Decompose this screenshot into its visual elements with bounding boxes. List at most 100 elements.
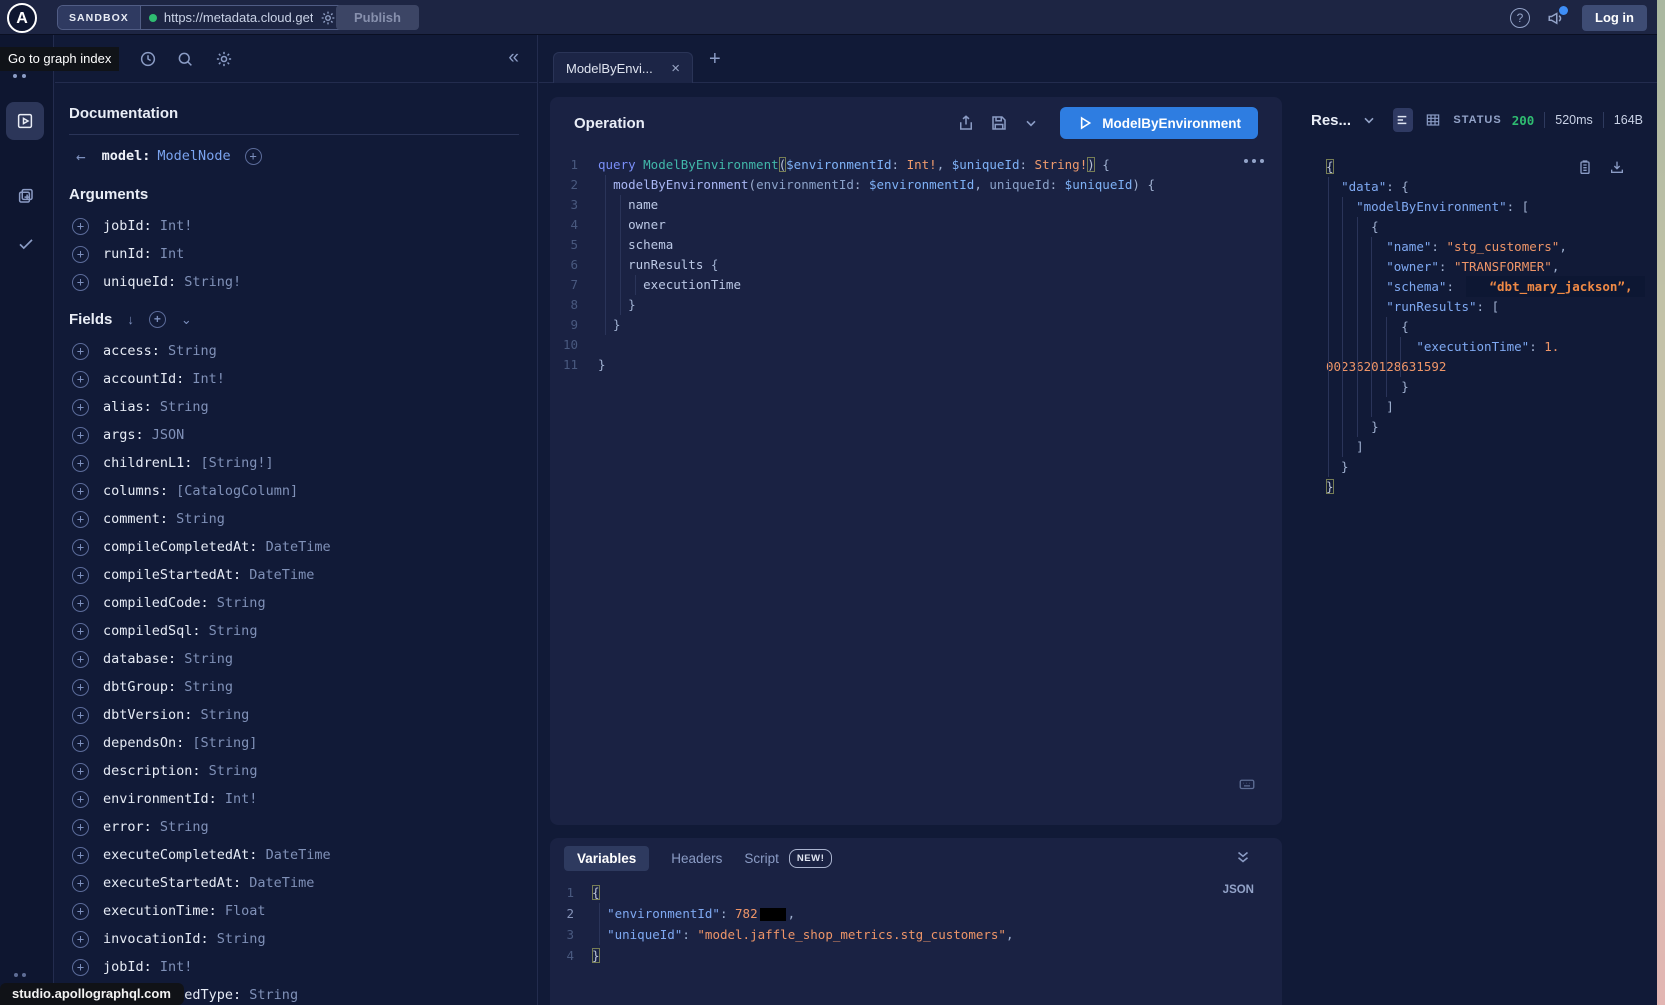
endpoint-settings-gear-icon[interactable] [320, 10, 336, 26]
rail-overflow-icon[interactable] [14, 973, 26, 977]
field-type[interactable]: String [152, 399, 209, 415]
history-icon[interactable] [139, 50, 157, 68]
graphql-editor[interactable]: 1query ModelByEnvironment($environmentId… [550, 149, 1282, 825]
add-field-icon[interactable]: + [72, 343, 89, 360]
endpoint-url-field[interactable]: https://metadata.cloud.get [141, 6, 353, 29]
code-line[interactable]: 3 name [550, 195, 1282, 215]
field-type[interactable]: [CatalogColumn] [168, 483, 298, 499]
add-all-fields-icon[interactable]: + [149, 311, 166, 328]
field-type[interactable]: String [176, 651, 233, 667]
field-type[interactable]: Int! [184, 371, 225, 387]
tree-view-toggle[interactable] [1393, 108, 1413, 132]
field-type[interactable]: DateTime [257, 539, 330, 555]
add-field-icon[interactable]: + [72, 735, 89, 752]
field-type[interactable]: String [160, 343, 217, 359]
add-field-icon[interactable]: + [72, 903, 89, 920]
publish-button[interactable]: Publish [336, 5, 419, 30]
code-line[interactable]: } [1326, 377, 1647, 397]
code-line[interactable]: 8 } [550, 295, 1282, 315]
code-line[interactable]: 2 modelByEnvironment(environmentId: $env… [550, 175, 1282, 195]
keyboard-shortcuts-icon[interactable] [1238, 775, 1256, 793]
code-line[interactable]: 3 "uniqueId": "model.jaffle_shop_metrics… [550, 924, 1282, 945]
add-field-icon[interactable]: + [72, 218, 89, 235]
field-type[interactable]: String [201, 623, 258, 639]
field-type[interactable]: DateTime [241, 875, 314, 891]
code-line[interactable]: 4 owner [550, 215, 1282, 235]
code-line[interactable]: { [1326, 217, 1647, 237]
add-field-icon[interactable]: + [72, 274, 89, 291]
add-field-icon[interactable]: + [72, 539, 89, 556]
field-type[interactable]: Int [152, 246, 185, 262]
response-json[interactable]: { "data": { "modelByEnvironment": [ { "n… [1326, 157, 1647, 1005]
field-type[interactable]: Int! [217, 791, 258, 807]
field-type[interactable]: [String!] [192, 455, 273, 471]
code-line[interactable]: } [1326, 477, 1647, 497]
code-line[interactable]: 7 executionTime [550, 275, 1282, 295]
code-line[interactable]: 0023620128631592 [1326, 357, 1647, 377]
add-field-icon[interactable]: + [72, 931, 89, 948]
code-line[interactable]: 6 runResults { [550, 255, 1282, 275]
field-type[interactable]: String [168, 511, 225, 527]
tab-script[interactable]: Script [744, 851, 779, 866]
add-field-icon[interactable]: + [72, 511, 89, 528]
code-line[interactable]: 2 "environmentId": 782, [550, 903, 1282, 924]
add-field-icon[interactable]: + [72, 483, 89, 500]
close-tab-icon[interactable]: × [671, 60, 680, 77]
code-line[interactable]: 4} [550, 945, 1282, 966]
field-type[interactable]: String [209, 595, 266, 611]
add-field-icon[interactable]: + [72, 651, 89, 668]
save-dropdown-chevron-icon[interactable] [1023, 115, 1039, 131]
endpoint-url[interactable]: https://metadata.cloud.get [164, 10, 314, 25]
code-line[interactable]: "data": { [1326, 177, 1647, 197]
field-type[interactable]: Int! [152, 959, 193, 975]
share-operation-icon[interactable] [957, 114, 975, 132]
collapse-panel-icon[interactable]: « [508, 47, 519, 69]
code-line[interactable]: 5 schema [550, 235, 1282, 255]
code-line[interactable]: { [1326, 157, 1647, 177]
table-view-toggle[interactable] [1423, 108, 1443, 132]
field-type[interactable]: String [176, 679, 233, 695]
code-line[interactable]: "name": "stg_customers", [1326, 237, 1647, 257]
add-field-icon[interactable]: + [72, 595, 89, 612]
explorer-nav-item[interactable] [6, 102, 44, 140]
field-type[interactable]: Int! [152, 218, 193, 234]
announcements-icon[interactable] [1547, 9, 1565, 27]
add-field-icon[interactable]: + [72, 371, 89, 388]
field-type[interactable]: String [209, 931, 266, 947]
add-field-icon[interactable]: + [72, 679, 89, 696]
field-type[interactable]: [String] [184, 735, 257, 751]
code-line[interactable]: { [1326, 317, 1647, 337]
back-arrow-icon[interactable]: ← [76, 147, 86, 166]
code-line[interactable]: "modelByEnvironment": [ [1326, 197, 1647, 217]
add-field-icon[interactable]: + [72, 707, 89, 724]
checklist-nav-item[interactable] [17, 235, 35, 253]
add-field-icon[interactable]: + [72, 763, 89, 780]
add-field-icon[interactable]: + [72, 959, 89, 976]
code-line[interactable]: "owner": "TRANSFORMER", [1326, 257, 1647, 277]
save-operation-icon[interactable] [990, 114, 1008, 132]
add-field-icon[interactable]: + [72, 623, 89, 640]
add-field-icon[interactable]: + [72, 246, 89, 263]
breadcrumb-type[interactable]: ModelNode [157, 148, 230, 164]
variables-editor[interactable]: 1{2 "environmentId": 782,3 "uniqueId": "… [550, 882, 1282, 1005]
field-type[interactable]: JSON [144, 427, 185, 443]
collapse-variables-icon[interactable] [1234, 848, 1252, 866]
field-type[interactable]: String! [176, 274, 241, 290]
code-line[interactable]: 9 } [550, 315, 1282, 335]
response-title[interactable]: Res... [1311, 112, 1351, 129]
add-field-icon[interactable]: + [72, 791, 89, 808]
code-line[interactable]: "executionTime": 1. [1326, 337, 1647, 357]
search-icon[interactable] [176, 50, 194, 68]
add-field-icon[interactable]: + [72, 819, 89, 836]
new-tab-icon[interactable]: + [709, 48, 721, 71]
code-line[interactable]: 1query ModelByEnvironment($environmentId… [550, 155, 1282, 175]
schema-nav-item[interactable] [17, 187, 35, 205]
add-type-icon[interactable]: + [245, 148, 262, 165]
code-line[interactable]: ] [1326, 397, 1647, 417]
settings-gear-icon[interactable] [215, 50, 233, 68]
field-type[interactable]: Float [217, 903, 266, 919]
code-line[interactable]: "schema": “dbt_mary_jackson”, [1326, 277, 1647, 297]
add-field-icon[interactable]: + [72, 427, 89, 444]
code-line[interactable]: "runResults": [ [1326, 297, 1647, 317]
add-field-icon[interactable]: + [72, 567, 89, 584]
